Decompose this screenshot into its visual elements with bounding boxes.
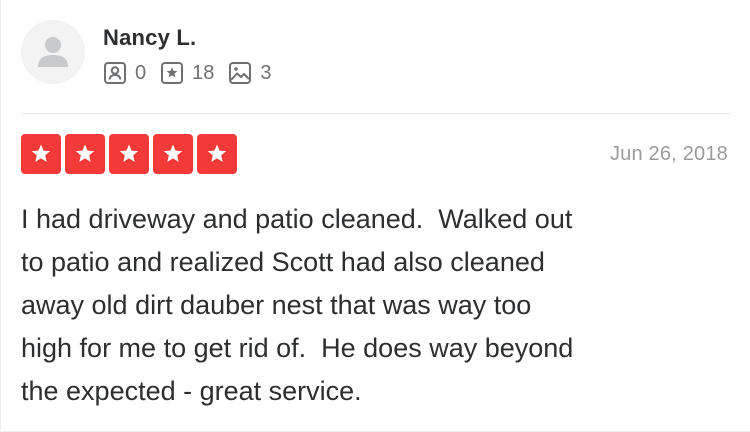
review-text-line: to patio and realized Scott had also cle… — [21, 247, 545, 277]
user-silhouette-icon — [38, 37, 68, 67]
reviewer-header: Nancy L. 0 18 3 — [21, 20, 286, 86]
reviewer-name[interactable]: Nancy L. — [103, 25, 286, 51]
reviews-stat: 18 — [160, 61, 214, 85]
review-date: Jun 26, 2018 — [609, 142, 728, 165]
photos-count: 3 — [260, 62, 272, 84]
review-text-line: away old dirt dauber nest that was way t… — [21, 290, 532, 320]
friends-icon — [103, 61, 127, 85]
review-card: Nancy L. 0 18 3 Jun 26, 2018 I had drive… — [0, 0, 750, 432]
star-icon — [21, 134, 61, 174]
friends-count: 0 — [135, 62, 147, 84]
photos-icon — [228, 61, 252, 85]
star-icon — [197, 134, 237, 174]
reviewer-stats: 0 18 3 — [103, 60, 286, 86]
reviewer-info: Nancy L. 0 18 3 — [103, 20, 286, 86]
star-icon — [109, 134, 149, 174]
star-icon — [65, 134, 105, 174]
photos-stat: 3 — [228, 61, 272, 85]
rating-row: Jun 26, 2018 — [21, 134, 728, 174]
star-rating — [21, 134, 237, 174]
review-text-line: I had driveway and patio cleaned. Walked… — [21, 204, 573, 234]
review-text-line: the expected - great service. — [21, 376, 362, 406]
star-icon — [153, 134, 193, 174]
friends-stat: 0 — [103, 61, 146, 85]
avatar[interactable] — [21, 20, 85, 84]
review-text: I had driveway and patio cleaned. Walked… — [21, 198, 731, 413]
reviews-count: 18 — [192, 62, 215, 84]
divider — [21, 113, 730, 114]
review-text-line: high for me to get rid of. He does way b… — [21, 333, 574, 363]
reviews-star-icon — [160, 61, 184, 85]
